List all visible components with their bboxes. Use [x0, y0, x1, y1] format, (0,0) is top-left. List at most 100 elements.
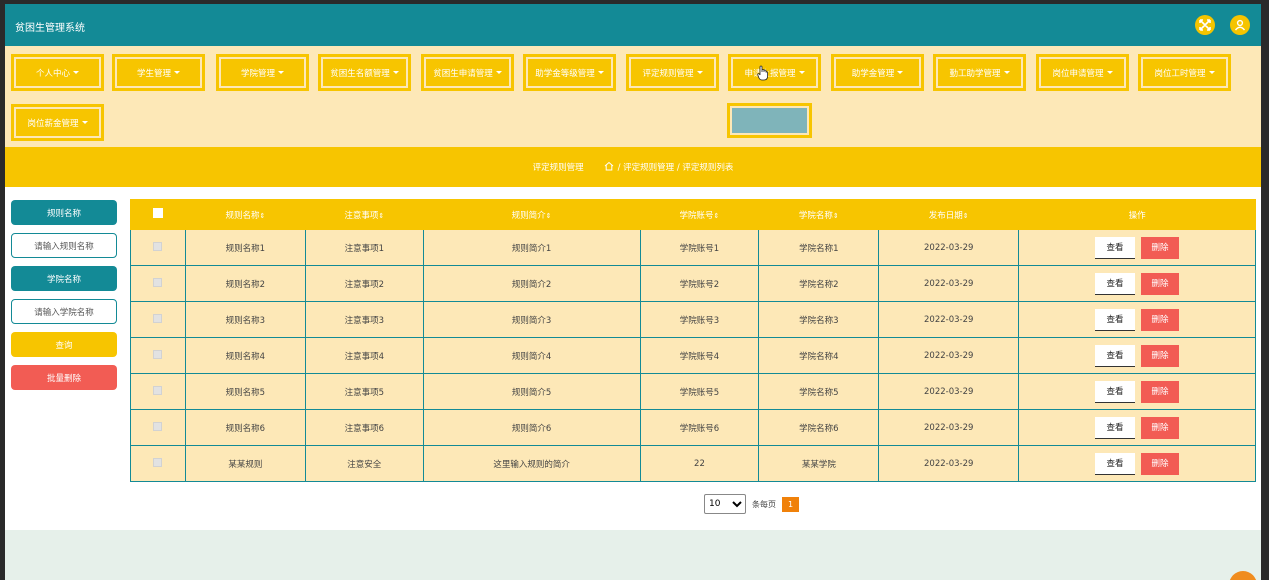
nav-item-label: 申请上报管理	[744, 68, 796, 79]
chevron-down-icon	[1106, 71, 1113, 74]
chevron-down-icon	[73, 71, 79, 74]
table-cell: 注意事项4	[304, 337, 424, 374]
nav-item-label: 评定规则管理	[642, 68, 694, 79]
nav-item-6[interactable]: 评定规则管理	[626, 54, 719, 91]
nav-item-7[interactable]: 申请上报管理	[728, 54, 821, 91]
column-header[interactable]: 规则简介⇕	[422, 199, 641, 230]
column-header[interactable]: 规则名称⇕	[184, 199, 306, 230]
chevron-down-icon	[495, 71, 502, 74]
college-name-input[interactable]: 请输入学院名称	[11, 299, 117, 324]
delete-button[interactable]: 删除	[1141, 416, 1180, 439]
delete-button[interactable]: 删除	[1141, 380, 1180, 403]
view-button[interactable]: 查看	[1095, 344, 1136, 367]
row-checkbox[interactable]	[153, 241, 163, 251]
view-button[interactable]: 查看	[1095, 380, 1136, 403]
table-cell: 学院账号5	[639, 373, 760, 410]
nav-item-0[interactable]: 个人中心	[11, 54, 104, 91]
sort-icon[interactable]: ⇕	[714, 212, 720, 220]
table-cell: 注意事项1	[304, 229, 424, 266]
nav-item-1[interactable]: 学生管理	[112, 54, 205, 91]
sort-icon[interactable]: ⇕	[963, 212, 969, 220]
table-row: 规则名称2 注意事项2 规则简介2 学院账号2 学院名称2 2022-03-29 查看 删除	[130, 265, 1256, 302]
table-cell: 2022-03-29	[878, 301, 1020, 338]
table-cell: 这里输入规则的简介	[422, 445, 641, 482]
breadcrumb-section: 评定规则管理	[532, 163, 584, 173]
page-number-current[interactable]: 1	[782, 496, 799, 512]
delete-button[interactable]: 删除	[1141, 308, 1180, 331]
app-window: 贫困生管理系统 个人中心 学生管理 学院管理 贫困生名额管理 贫困生申请管理 助学金等级管…	[5, 4, 1261, 580]
column-header[interactable]: 注意事项⇕	[304, 199, 424, 230]
page-size-select[interactable]: 10	[704, 494, 746, 514]
user-icon[interactable]	[1230, 15, 1250, 35]
sort-icon[interactable]: ⇕	[546, 212, 552, 220]
chevron-down-icon	[278, 71, 284, 74]
per-page-label: 条每页	[752, 499, 776, 509]
rules-table: 规则名称⇕ 注意事项⇕ 规则简介⇕ 学院账号⇕ 学院名称⇕ 发布日期⇕ 操作 规则名称1 注意…	[130, 199, 1256, 482]
table-cell: 注意事项6	[304, 409, 424, 446]
nav-item-8[interactable]: 助学金管理	[831, 54, 924, 91]
actions-cell: 查看 删除	[1018, 445, 1256, 482]
view-button[interactable]: 查看	[1095, 236, 1136, 259]
view-button[interactable]: 查看	[1095, 272, 1136, 295]
delete-button[interactable]: 删除	[1141, 452, 1180, 475]
nav-item-2[interactable]: 学院管理	[216, 54, 309, 91]
view-button[interactable]: 查看	[1095, 416, 1136, 439]
column-header[interactable]: 发布日期⇕	[878, 199, 1020, 230]
nav-item-12[interactable]: 岗位薪金管理	[11, 104, 104, 141]
table-cell: 规则名称2	[184, 265, 306, 302]
nav-item-label: 勤工助学管理	[949, 68, 1001, 79]
column-header-label: 学院名称	[798, 210, 833, 221]
select-all-checkbox[interactable]	[152, 208, 163, 218]
table-cell: 学院名称5	[758, 373, 880, 410]
table-cell: 学院名称4	[758, 337, 880, 374]
table-cell: 规则简介4	[422, 337, 641, 374]
sort-icon[interactable]: ⇕	[259, 212, 265, 220]
nav-item-label: 助学金等级管理	[535, 68, 595, 79]
sort-icon[interactable]: ⇕	[378, 212, 384, 220]
table-cell: 规则名称3	[184, 301, 306, 338]
nav-item-11[interactable]: 岗位工时管理	[1138, 54, 1231, 91]
table-cell: 注意安全	[304, 445, 424, 482]
delete-button[interactable]: 删除	[1141, 272, 1180, 295]
nav-item-4[interactable]: 贫困生申请管理	[421, 54, 514, 91]
nav-item-5[interactable]: 助学金等级管理	[523, 54, 616, 91]
nav-item-label: 学生管理	[136, 68, 171, 79]
batch-delete-button[interactable]: 批量删除	[11, 365, 117, 390]
row-checkbox[interactable]	[153, 385, 163, 395]
chevron-down-icon	[1208, 71, 1215, 74]
rule-name-label: 规则名称	[11, 200, 117, 225]
table-row: 规则名称4 注意事项4 规则简介4 学院账号4 学院名称4 2022-03-29 查看 删除	[130, 337, 1256, 374]
table-cell: 22	[639, 445, 760, 482]
sort-icon[interactable]: ⇕	[833, 212, 839, 220]
floating-action-button[interactable]	[1229, 571, 1257, 580]
nav-item-label: 贫困生名额管理	[330, 68, 390, 79]
row-checkbox[interactable]	[153, 313, 163, 323]
row-checkbox[interactable]	[153, 421, 163, 431]
row-checkbox[interactable]	[153, 277, 163, 287]
query-button[interactable]: 查询	[11, 332, 117, 357]
view-button[interactable]: 查看	[1095, 452, 1136, 475]
fullscreen-icon[interactable]	[1195, 15, 1215, 35]
row-checkbox[interactable]	[153, 457, 163, 467]
home-icon[interactable]	[604, 161, 614, 174]
actions-cell: 查看 删除	[1018, 373, 1256, 410]
table-cell: 某某规则	[184, 445, 306, 482]
row-select-cell	[130, 337, 186, 374]
chevron-down-icon	[1003, 71, 1010, 74]
breadcrumb: 评定规则管理 / 评定规则管理 / 评定规则列表	[5, 147, 1261, 187]
delete-button[interactable]: 删除	[1141, 344, 1180, 367]
table-cell: 注意事项2	[304, 265, 424, 302]
column-header[interactable]: 学院账号⇕	[639, 199, 760, 230]
view-button[interactable]: 查看	[1095, 308, 1136, 331]
nav-item-9[interactable]: 勤工助学管理	[933, 54, 1026, 91]
row-checkbox[interactable]	[153, 349, 163, 359]
delete-button[interactable]: 删除	[1141, 236, 1180, 259]
rule-name-input[interactable]: 请输入规则名称	[11, 233, 117, 258]
nav-item-10[interactable]: 岗位申请管理	[1036, 54, 1129, 91]
nav-item-3[interactable]: 贫困生名额管理	[318, 54, 411, 91]
table-cell: 学院账号2	[639, 265, 760, 302]
nav-item-label: 岗位薪金管理	[27, 118, 79, 129]
table-cell: 规则名称4	[184, 337, 306, 374]
nav-active-item[interactable]	[727, 103, 812, 138]
column-header[interactable]: 学院名称⇕	[758, 199, 880, 230]
